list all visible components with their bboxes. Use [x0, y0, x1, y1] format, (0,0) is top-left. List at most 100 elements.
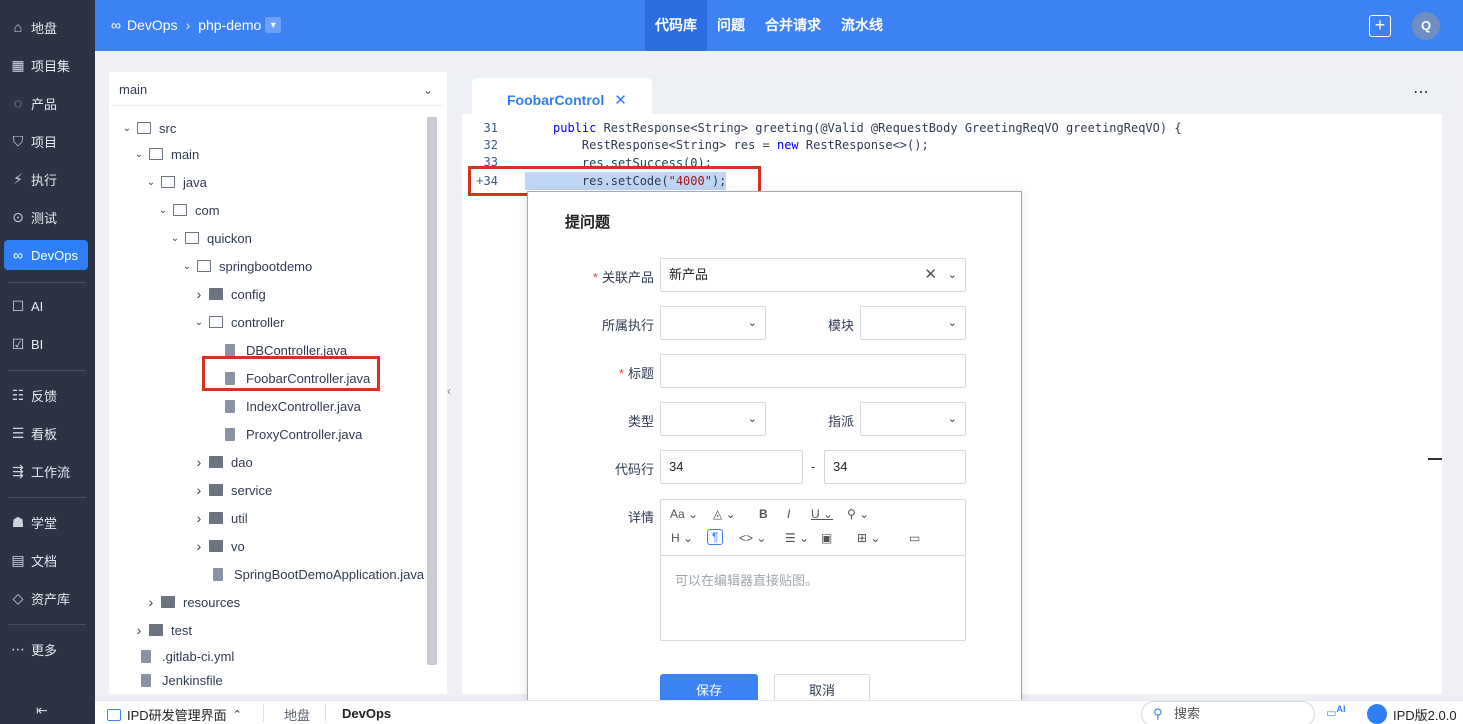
- tree-folder[interactable]: ⌄ com: [157, 200, 220, 220]
- nav-item-product[interactable]: ◌ 产品: [4, 88, 88, 118]
- nav-item-project[interactable]: ⛉ 项目: [4, 126, 88, 156]
- tab-repository[interactable]: 代码库: [645, 0, 707, 51]
- nav-item-school[interactable]: ☗ 学堂: [4, 507, 88, 537]
- tab-pipelines[interactable]: 流水线: [831, 0, 893, 51]
- nav-item-workflow[interactable]: ⇶ 工作流: [4, 456, 88, 486]
- link-icon[interactable]: ⚲ ⌄: [847, 507, 869, 521]
- tree-folder[interactable]: ⌄ quickon: [169, 228, 252, 248]
- chevron-down-icon[interactable]: ⌄: [121, 123, 133, 134]
- underline-icon[interactable]: U ⌄: [811, 507, 833, 521]
- nav-item-program[interactable]: ▦ 项目集: [4, 50, 88, 80]
- title-input[interactable]: [660, 354, 966, 388]
- italic-icon[interactable]: I: [787, 507, 790, 521]
- module-select[interactable]: ⌄: [860, 306, 966, 340]
- bottom-crumb-home[interactable]: 地盘: [284, 705, 310, 724]
- rich-text-editor[interactable]: Aa ⌄ ◬ ⌄ B I U ⌄ ⚲ ⌄ H ⌄ ¶ <> ⌄ ☰ ⌄ ▣ ⊞ …: [660, 499, 966, 641]
- tab-issues[interactable]: 问题: [707, 0, 755, 51]
- list-icon[interactable]: ☰ ⌄: [785, 531, 809, 545]
- editor-tab[interactable]: FoobarControl ✕: [472, 78, 652, 114]
- tree-item-label: quickon: [207, 230, 252, 246]
- file-icon: [213, 567, 223, 581]
- editor-toolbar: Aa ⌄ ◬ ⌄ B I U ⌄ ⚲ ⌄ H ⌄ ¶ <> ⌄ ☰ ⌄ ▣ ⊞ …: [661, 500, 965, 556]
- add-icon[interactable]: +: [1369, 15, 1391, 37]
- chevron-down-icon[interactable]: ⌄: [145, 177, 157, 188]
- tree-folder[interactable]: › config: [193, 284, 266, 304]
- paragraph-icon[interactable]: ¶: [707, 529, 724, 545]
- chevron-right-icon[interactable]: ›: [193, 286, 205, 302]
- tree-folder[interactable]: › test: [133, 620, 192, 640]
- table-icon[interactable]: ⊞ ⌄: [857, 531, 880, 545]
- tree-file[interactable]: .gitlab-ci.yml: [121, 646, 234, 666]
- create-issue-modal: 提问题 * 关联产品 新产品 ✕ ⌄ 所属执行 ⌄ 模块 ⌄ * 标题 类型 ⌄ 指…: [527, 191, 1022, 724]
- clear-icon[interactable]: ✕: [924, 259, 937, 291]
- nav-item-more[interactable]: ⋯ 更多: [4, 634, 88, 664]
- folder-icon: [209, 456, 223, 468]
- chevron-down-icon[interactable]: ⌄: [133, 149, 145, 160]
- breadcrumb-devops[interactable]: DevOps: [127, 17, 178, 33]
- nav-item-kanban[interactable]: ☰ 看板: [4, 418, 88, 448]
- version-info[interactable]: IPD版2.0.0: [1367, 704, 1457, 724]
- nav-item-devops[interactable]: ∞ DevOps: [4, 240, 88, 270]
- image-icon[interactable]: ▣: [821, 531, 832, 545]
- tree-folder[interactable]: ⌄ java: [145, 172, 207, 192]
- chevron-down-icon[interactable]: ⌄: [157, 205, 169, 216]
- chevron-right-icon[interactable]: ›: [193, 538, 205, 554]
- tree-folder[interactable]: › vo: [193, 536, 245, 556]
- chevron-right-icon[interactable]: ›: [133, 622, 145, 638]
- fullscreen-icon[interactable]: ▭: [909, 531, 920, 545]
- branch-select[interactable]: main ⌄: [111, 74, 443, 106]
- tree-file[interactable]: IndexController.java: [205, 396, 361, 416]
- tree-scrollbar[interactable]: [427, 117, 437, 665]
- tree-folder[interactable]: › util: [193, 508, 248, 528]
- chevron-right-icon[interactable]: ›: [145, 594, 157, 610]
- search-input[interactable]: ⚲ 搜索: [1141, 701, 1315, 724]
- product-select[interactable]: 新产品 ✕ ⌄: [660, 258, 966, 292]
- repo-dropdown-icon[interactable]: ▾: [265, 17, 282, 33]
- nav-item-doc[interactable]: ▤ 文档: [4, 545, 88, 575]
- infinity-icon: ∞: [13, 247, 23, 263]
- font-size-icon[interactable]: Aa ⌄: [670, 507, 698, 521]
- line-from-input[interactable]: 34: [660, 450, 803, 484]
- app-switcher[interactable]: IPD研发管理界面 ⌃: [107, 705, 242, 724]
- tree-folder[interactable]: ⌄ main: [133, 144, 199, 164]
- nav-item-assets[interactable]: ◇ 资产库: [4, 583, 88, 613]
- tree-file[interactable]: Jenkinsfile: [121, 670, 223, 690]
- nav-item-execution[interactable]: ⚡ 执行: [4, 164, 88, 194]
- nav-item-ai[interactable]: ☐ AI: [4, 291, 88, 321]
- line-to-input[interactable]: 34: [824, 450, 966, 484]
- chevron-right-icon[interactable]: ›: [193, 482, 205, 498]
- close-icon[interactable]: ✕: [614, 92, 627, 109]
- nav-item-test[interactable]: ⊙ 测试: [4, 202, 88, 232]
- nav-item-bi[interactable]: ☑ BI: [4, 329, 88, 359]
- chevron-down-icon[interactable]: ⌄: [181, 261, 193, 272]
- bottom-crumb-devops[interactable]: DevOps: [342, 706, 391, 721]
- tree-folder[interactable]: › resources: [145, 592, 240, 612]
- chevron-right-icon[interactable]: ›: [193, 510, 205, 526]
- tree-file[interactable]: SpringBootDemoApplication.java: [193, 564, 424, 584]
- execution-select[interactable]: ⌄: [660, 306, 766, 340]
- collapse-nav-icon[interactable]: ⇤: [36, 702, 48, 719]
- code-icon[interactable]: <> ⌄: [739, 531, 766, 545]
- tree-folder[interactable]: ⌄ src: [121, 118, 177, 138]
- nav-item-home[interactable]: ⌂ 地盘: [4, 12, 88, 42]
- type-select[interactable]: ⌄: [660, 402, 766, 436]
- chevron-down-icon[interactable]: ⌄: [169, 233, 181, 244]
- chevron-right-icon[interactable]: ›: [193, 454, 205, 470]
- text-color-icon[interactable]: ◬ ⌄: [713, 507, 736, 521]
- tree-folder[interactable]: › service: [193, 480, 273, 500]
- ai-assistant-icon[interactable]: ▭AI: [1326, 704, 1346, 720]
- tab-merge-requests[interactable]: 合并请求: [755, 0, 831, 51]
- assign-select[interactable]: ⌄: [860, 402, 966, 436]
- tree-file[interactable]: ProxyController.java: [205, 424, 362, 444]
- collapse-panel-icon[interactable]: ‹: [447, 384, 459, 406]
- nav-item-feedback[interactable]: ☷ 反馈: [4, 380, 88, 410]
- bold-icon[interactable]: B: [759, 507, 768, 521]
- tree-folder[interactable]: › dao: [193, 452, 253, 472]
- tree-folder[interactable]: ⌄ springbootdemo: [181, 256, 312, 276]
- tree-folder[interactable]: ⌄ controller: [193, 312, 285, 332]
- more-icon[interactable]: ⋯: [1413, 82, 1430, 102]
- heading-icon[interactable]: H ⌄: [671, 531, 693, 545]
- avatar[interactable]: Q: [1412, 12, 1440, 40]
- chevron-down-icon[interactable]: ⌄: [193, 317, 205, 328]
- breadcrumb-repo[interactable]: php-demo: [198, 17, 261, 33]
